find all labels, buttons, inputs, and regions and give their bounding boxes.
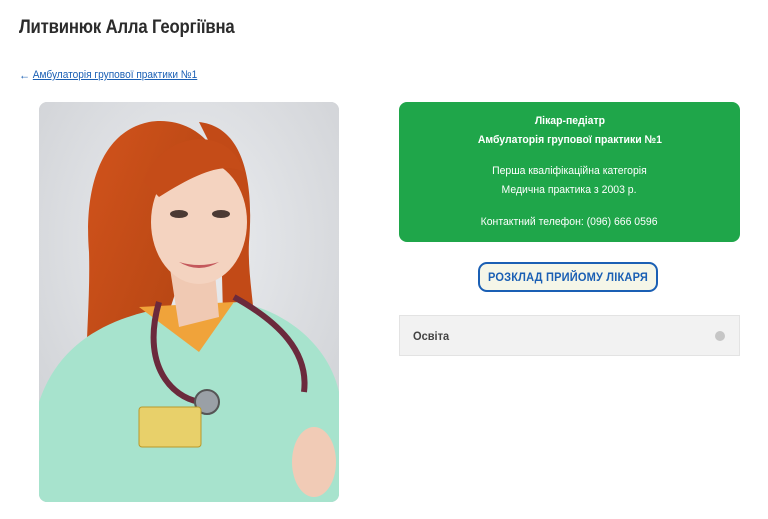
arrow-left-icon: ← [19,68,31,82]
doctor-category: Перша кваліфікаційна категорія [492,165,647,177]
doctor-phone: Контактний телефон: (096) 666 0596 [481,216,658,228]
schedule-button-label: РОЗКЛАД ПРИЙОМУ ЛІКАРЯ [487,270,648,284]
doctor-photo [39,102,339,502]
page-title: Литвинюк Алла Георгіївна [19,17,235,38]
back-link-label[interactable]: Амбулаторія групової практики №1 [33,69,197,81]
doctor-info-card: Лікар-педіатр Амбулаторія групової практ… [399,102,740,242]
doctor-specialty: Лікар-педіатр [534,115,605,127]
doctor-portrait-image [39,102,339,502]
education-accordion[interactable]: Освіта [399,315,740,356]
schedule-button[interactable]: РОЗКЛАД ПРИЙОМУ ЛІКАРЯ [478,262,658,292]
doctor-clinic: Амбулаторія групової практики №1 [477,134,662,146]
circle-toggle-icon[interactable] [715,331,725,341]
doctor-practice-since: Медична практика з 2003 р. [502,184,637,196]
back-link[interactable]: ← Амбулаторія групової практики №1 [19,68,197,82]
education-accordion-label: Освіта [413,328,450,343]
